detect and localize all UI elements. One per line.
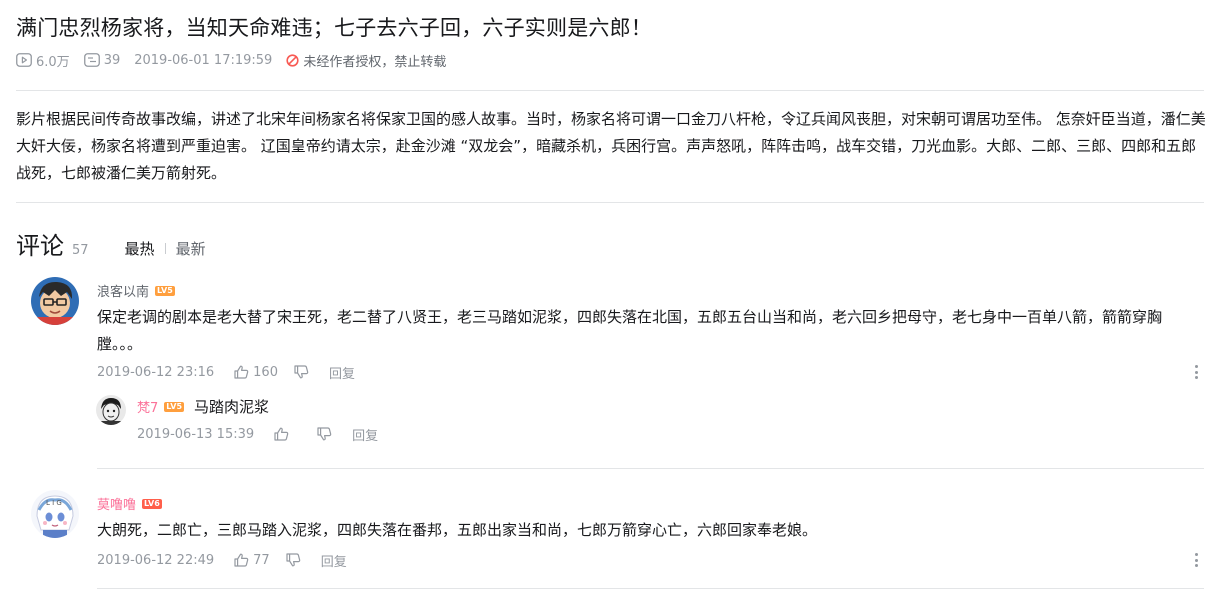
comment-info: 2019-06-12 23:16 160 回复 — [97, 363, 355, 382]
divider — [97, 588, 1204, 589]
more-vertical-icon[interactable] — [1193, 365, 1199, 379]
no-reprint-icon — [286, 53, 299, 67]
play-count-icon — [16, 53, 32, 67]
danmaku-stat: 39 — [83, 52, 121, 68]
username[interactable]: 浪客以南 — [97, 281, 149, 300]
comment-text: 大朗死，二郎亡，三郎马踏入泥浆，四郎失落在番邦，五郎出家当和尚，七郎万箭穿心亡，… — [97, 521, 818, 539]
sub-reply-text: 马踏肉泥浆 — [194, 398, 270, 416]
avatar[interactable] — [96, 395, 126, 425]
like-count: 160 — [253, 364, 278, 380]
comment-info: 2019-06-12 22:49 77 回复 — [97, 551, 347, 570]
comment-user[interactable]: 莫噜噜 LV6 — [97, 494, 162, 513]
comments-count: 57 — [72, 243, 89, 258]
sub-reply-info: 2019-06-13 15:39 回复 — [137, 425, 378, 444]
thumb-up-icon — [234, 553, 249, 567]
dislike-button[interactable] — [317, 427, 332, 441]
thumb-up-icon — [234, 365, 249, 379]
video-meta: 6.0万 39 2019-06-01 17:19:59 未经作者授权，禁止转载 — [16, 51, 460, 70]
avatar[interactable]: L I G — [31, 490, 79, 538]
like-button[interactable]: 160 — [234, 365, 278, 380]
level-badge: LV6 — [142, 498, 162, 509]
reply-button[interactable]: 回复 — [321, 551, 347, 570]
sort-hot-tab[interactable]: 最热 — [125, 238, 155, 259]
divider — [16, 90, 1204, 91]
divider — [97, 468, 1204, 469]
comment-time: 2019-06-12 22:49 — [97, 552, 215, 568]
danmaku-count: 39 — [103, 52, 121, 68]
thumb-down-icon — [317, 427, 332, 441]
views-count: 6.0万 — [36, 54, 70, 70]
dislike-button[interactable] — [286, 553, 301, 567]
video-description: 影片根据民间传奇故事改编，讲述了北宋年间杨家名将保家卫国的感人故事。当时，杨家名… — [16, 110, 1206, 182]
sort-separator — [164, 243, 166, 254]
level-badge: LV5 — [155, 285, 175, 296]
thumb-up-icon — [274, 427, 289, 441]
avatar[interactable] — [31, 277, 79, 325]
views-stat: 6.0万 — [16, 51, 70, 70]
like-button[interactable] — [274, 427, 293, 441]
dislike-button[interactable] — [294, 365, 309, 379]
copyright-notice: 未经作者授权，禁止转载 — [286, 51, 446, 70]
like-count: 77 — [253, 552, 270, 568]
danmaku-icon — [83, 53, 100, 67]
reply-button[interactable]: 回复 — [352, 425, 378, 444]
comment-time: 2019-06-13 15:39 — [137, 426, 255, 442]
video-title: 满门忠烈杨家将，当知天命难违；七子去六子回，六子实则是六郎！ — [16, 16, 652, 40]
level-badge: LV5 — [164, 401, 185, 412]
thumb-down-icon — [294, 365, 309, 379]
comment-time: 2019-06-12 23:16 — [97, 364, 215, 380]
username[interactable]: 梵7 — [137, 397, 158, 416]
comment-text: 保定老调的剧本是老大替了宋王死，老二替了八贤王，老三马踏如泥浆，四郎失落在北国，… — [97, 308, 1163, 353]
svg-text:L I G: L I G — [46, 499, 62, 507]
comment-sort: 最热 最新 — [125, 238, 206, 259]
sub-reply: 梵7 LV5 马踏肉泥浆 — [137, 396, 269, 417]
comment-user[interactable]: 浪客以南 LV5 — [97, 281, 175, 300]
divider — [16, 202, 1204, 203]
username[interactable]: 莫噜噜 — [97, 494, 136, 513]
more-vertical-icon[interactable] — [1193, 553, 1199, 567]
sort-new-tab[interactable]: 最新 — [176, 238, 206, 259]
comments-title: 评论 — [16, 232, 64, 260]
reply-button[interactable]: 回复 — [329, 363, 355, 382]
publish-date: 2019-06-01 17:19:59 — [134, 52, 273, 68]
copyright-text: 未经作者授权，禁止转载 — [303, 54, 447, 70]
like-button[interactable]: 77 — [234, 553, 270, 568]
thumb-down-icon — [286, 553, 300, 567]
comments-header: 评论 57 最热 最新 — [16, 226, 206, 260]
